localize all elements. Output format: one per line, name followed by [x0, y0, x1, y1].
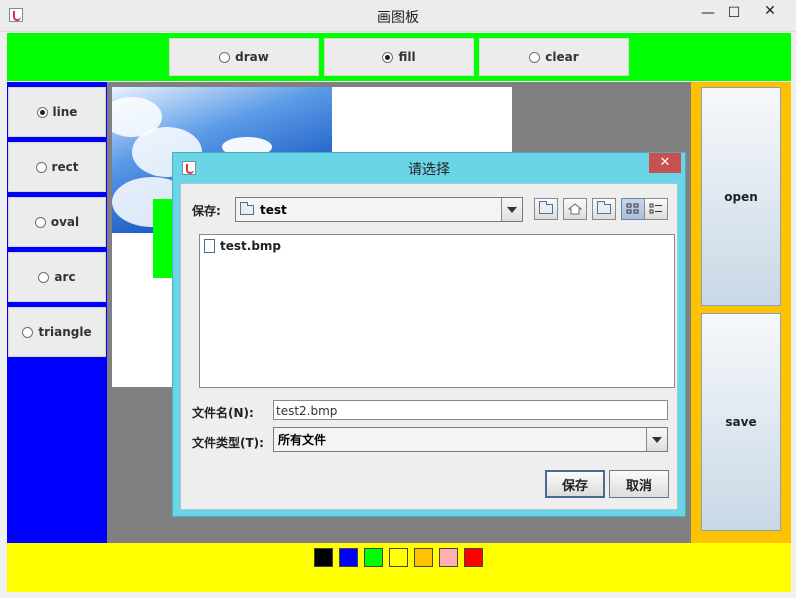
color-swatch-black[interactable]	[314, 548, 333, 567]
radio-icon	[34, 216, 46, 228]
color-swatch-green[interactable]	[364, 548, 383, 567]
home-button[interactable]	[563, 198, 587, 220]
radio-icon	[529, 51, 541, 63]
shape-label: triangle	[38, 325, 92, 339]
shape-option-triangle[interactable]: triangle	[8, 307, 106, 357]
list-item[interactable]: test.bmp	[204, 239, 281, 253]
color-swatch-red[interactable]	[464, 548, 483, 567]
color-swatch-orange[interactable]	[414, 548, 433, 567]
radio-icon	[38, 271, 50, 283]
save-in-dropdown[interactable]: test	[235, 197, 523, 222]
shape-option-rect[interactable]: rect	[8, 142, 106, 192]
up-folder-button[interactable]	[534, 198, 558, 220]
radio-icon	[35, 161, 47, 173]
mode-option-clear[interactable]: clear	[479, 38, 629, 76]
dialog-title-bar: 请选择 ✕	[173, 153, 685, 183]
list-view-icon	[626, 203, 639, 214]
title-bar: 画图板 — ☐ ✕	[0, 0, 796, 32]
mode-label: draw	[235, 50, 269, 64]
mode-option-fill[interactable]: fill	[324, 38, 474, 76]
radio-icon	[219, 51, 231, 63]
save-button[interactable]: save	[701, 313, 781, 531]
shape-label: oval	[50, 215, 80, 229]
chevron-down-icon	[646, 428, 667, 451]
dialog-cancel-button[interactable]: 取消	[609, 470, 669, 498]
mode-label: fill	[398, 50, 416, 64]
filename-field[interactable]: test2.bmp	[273, 400, 668, 420]
color-swatch-yellow[interactable]	[389, 548, 408, 567]
dialog-title: 请选择	[408, 162, 450, 178]
window-title: 画图板	[377, 10, 419, 26]
filled-green-rect	[153, 199, 173, 278]
filetype-value: 所有文件	[278, 433, 327, 447]
filename-label: 文件名(N):	[192, 406, 254, 420]
save-in-value: test	[260, 202, 287, 217]
radio-icon	[22, 326, 34, 338]
dialog-save-button[interactable]: 保存	[545, 470, 605, 498]
file-icon	[204, 239, 215, 253]
shape-label: line	[52, 105, 78, 119]
dialog-close-button[interactable]: ✕	[649, 153, 681, 173]
shape-option-arc[interactable]: arc	[8, 252, 106, 302]
shape-option-line[interactable]: line	[8, 87, 106, 137]
maximize-button[interactable]: ☐	[722, 4, 746, 22]
shape-option-oval[interactable]: oval	[8, 197, 106, 247]
radio-selected-icon	[36, 106, 48, 118]
minimize-button[interactable]: —	[696, 4, 720, 22]
filetype-label: 文件类型(T):	[192, 436, 264, 450]
chevron-down-icon	[501, 198, 522, 221]
details-view-button[interactable]	[644, 198, 668, 220]
details-view-icon	[649, 203, 662, 214]
mode-label: clear	[545, 50, 579, 64]
save-dialog: 请选择 ✕ 保存: test test.bmp 文件名(N): test2.bm…	[172, 152, 686, 517]
radio-selected-icon	[382, 51, 394, 63]
filetype-dropdown[interactable]: 所有文件	[273, 427, 668, 452]
mode-option-draw[interactable]: draw	[169, 38, 319, 76]
file-name: test.bmp	[220, 239, 281, 253]
folder-icon	[240, 201, 254, 215]
color-swatch-blue[interactable]	[339, 548, 358, 567]
close-button[interactable]: ✕	[752, 2, 788, 20]
list-view-button[interactable]	[621, 198, 645, 220]
home-icon	[568, 203, 582, 215]
save-in-label: 保存:	[192, 204, 221, 218]
dialog-body: 保存: test test.bmp 文件名(N): test2.bmp 文件类型…	[180, 183, 678, 510]
up-folder-icon	[539, 201, 553, 214]
shape-label: rect	[51, 160, 79, 174]
file-list[interactable]: test.bmp	[199, 234, 675, 388]
new-folder-button[interactable]	[592, 198, 616, 220]
new-folder-icon	[597, 201, 611, 214]
open-button[interactable]: open	[701, 87, 781, 306]
shape-label: arc	[54, 270, 76, 284]
color-swatch-pink[interactable]	[439, 548, 458, 567]
